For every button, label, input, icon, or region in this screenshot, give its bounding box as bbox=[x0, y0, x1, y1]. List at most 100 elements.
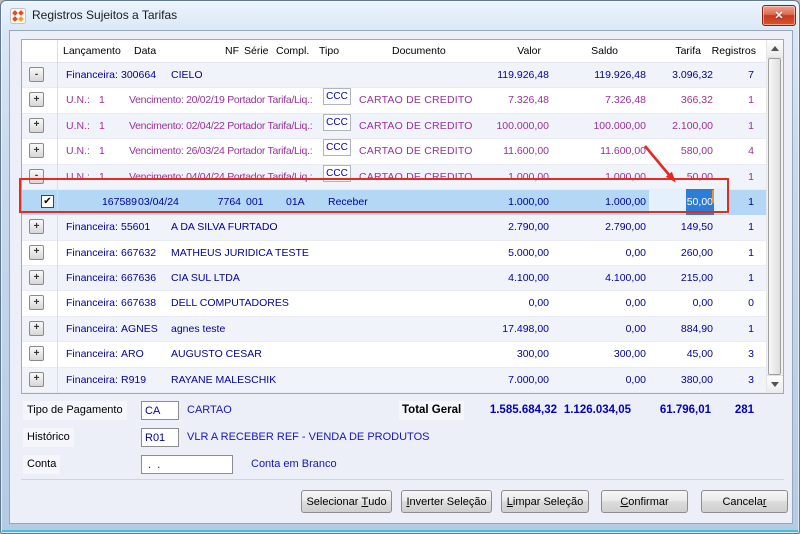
scroll-down-button[interactable] bbox=[767, 375, 783, 393]
tipo-pagamento-description: CARTAO bbox=[187, 404, 232, 416]
group-code: 667632 bbox=[121, 246, 157, 259]
group-name: A DA SILVA FURTADO bbox=[171, 221, 278, 234]
group-row[interactable]: + Financeira: 667636 CIA SUL LTDA 4.100,… bbox=[22, 266, 766, 292]
collapse-button[interactable]: - bbox=[29, 67, 44, 82]
app-icon bbox=[10, 8, 26, 24]
down-arrow-icon bbox=[771, 382, 779, 387]
header-serie: Série bbox=[244, 45, 269, 57]
group-label: Financeira: bbox=[66, 373, 118, 386]
un-row[interactable]: + U.N.: 1 Vencimento: 02/04/22 Portador … bbox=[22, 113, 766, 140]
group-row[interactable]: + Financeira: 667638 DELL COMPUTADORES 0… bbox=[22, 291, 766, 317]
expand-button[interactable]: + bbox=[29, 270, 44, 285]
portador-cell[interactable]: CCC bbox=[323, 88, 351, 106]
scrollbar-thumb[interactable] bbox=[768, 58, 781, 375]
group-row[interactable]: - Financeira: 300664 CIELO 119.926,48 11… bbox=[22, 63, 766, 89]
collapse-button[interactable]: - bbox=[29, 168, 44, 184]
cell-tarifa: 50,00 bbox=[686, 170, 713, 183]
invert-selection-button[interactable]: Inverter Seleção bbox=[401, 490, 492, 513]
expand-button[interactable]: + bbox=[29, 143, 44, 159]
clear-selection-button[interactable]: Limpar Seleção bbox=[501, 490, 589, 513]
un-label: U.N.: bbox=[66, 119, 90, 132]
cancel-button[interactable]: Cancela r bbox=[701, 490, 788, 513]
up-arrow-icon bbox=[771, 46, 779, 51]
detail-row-selected[interactable]: ✔ 167589 03/04/24 7764 001 01A Receber 1… bbox=[22, 189, 766, 216]
expand-button[interactable]: + bbox=[29, 295, 44, 311]
group-label: Financeira: bbox=[66, 221, 118, 234]
un-row[interactable]: + U.N.: 1 Vencimento: 20/02/19 Portador … bbox=[22, 88, 766, 114]
total-valor: 1.585.684,32 bbox=[489, 404, 557, 416]
scroll-up-button[interactable] bbox=[767, 40, 783, 58]
cell-valor: 7.326,48 bbox=[508, 94, 549, 107]
group-name: CIA SUL LTDA bbox=[171, 272, 240, 284]
expand-button[interactable]: + bbox=[29, 219, 44, 235]
vertical-scrollbar[interactable] bbox=[766, 40, 783, 393]
close-button[interactable]: ✕ bbox=[762, 5, 796, 26]
historico-label: Histórico bbox=[23, 428, 74, 447]
un-label: U.N.: bbox=[66, 170, 90, 183]
group-label: Financeira: bbox=[66, 348, 118, 361]
un-row[interactable]: + U.N.: 1 Vencimento: 26/03/24 Portador … bbox=[22, 139, 766, 165]
conta-input[interactable] bbox=[141, 455, 233, 474]
portador-cell[interactable]: CCC bbox=[323, 139, 351, 157]
cell-valor: 1.000,00 bbox=[508, 170, 549, 183]
confirm-button[interactable]: Confirmar bbox=[601, 490, 688, 513]
records-table: Lançamento Data NF Série Compl. Tipo Doc… bbox=[21, 39, 784, 394]
cell-valor: 11.600,00 bbox=[503, 145, 549, 158]
group-code: 55601 bbox=[121, 221, 151, 234]
header-compl: Compl. bbox=[276, 45, 310, 57]
cell-tarifa: 380,00 bbox=[680, 373, 713, 386]
table-header-row: Lançamento Data NF Série Compl. Tipo Doc… bbox=[22, 40, 766, 63]
group-row[interactable]: + Financeira: 55601 A DA SILVA FURTADO 2… bbox=[22, 215, 766, 241]
header-tipo: Tipo bbox=[319, 45, 340, 57]
cell-tarifa: 3.096,32 bbox=[672, 69, 713, 81]
header-tarifa: Tarifa bbox=[675, 45, 701, 57]
cell-valor: 17.498,00 bbox=[502, 322, 549, 335]
group-row[interactable]: + Financeira: ARO AUGUSTO CESAR 300,00 3… bbox=[22, 342, 766, 368]
header-nf: NF bbox=[225, 45, 239, 57]
group-row[interactable]: + Financeira: 667632 MATHEUS JURIDICA TE… bbox=[22, 240, 766, 266]
expand-button[interactable]: + bbox=[29, 320, 44, 336]
tarifa-edit-cell[interactable]: 50,00 bbox=[649, 189, 728, 216]
cell-registros: 1 bbox=[748, 94, 754, 107]
column-separator bbox=[57, 40, 58, 393]
portador-cell[interactable]: CCC bbox=[323, 113, 351, 131]
cell-saldo: 0,00 bbox=[625, 246, 646, 259]
cell-saldo: 7.326,48 bbox=[605, 94, 646, 107]
tipo-pagamento-input[interactable] bbox=[141, 401, 179, 420]
total-saldo: 1.126.034,05 bbox=[563, 404, 631, 416]
header-registros: Registros bbox=[711, 45, 756, 57]
conta-description: Conta em Branco bbox=[251, 458, 337, 470]
cell-saldo: 119.926,48 bbox=[594, 69, 646, 81]
expand-button[interactable]: + bbox=[29, 346, 44, 362]
vencimento-text: Vencimento: 02/04/22 Portador Tarifa/Liq… bbox=[129, 119, 313, 132]
group-name: agnes teste bbox=[171, 322, 226, 335]
tarifa-edit-value[interactable]: 50,00 bbox=[685, 189, 714, 216]
un-row[interactable]: - U.N.: 1 Vencimento: 04/04/24 Portador … bbox=[22, 164, 766, 190]
cell-documento: CARTAO DE CREDITO bbox=[359, 94, 473, 107]
cell-valor: 1.000,00 bbox=[508, 195, 549, 208]
row-checkbox[interactable]: ✔ bbox=[41, 194, 54, 208]
group-row[interactable]: + Financeira: AGNES agnes teste 17.498,0… bbox=[22, 316, 766, 343]
expand-button[interactable]: + bbox=[29, 244, 44, 260]
header-documento: Documento bbox=[392, 45, 446, 57]
group-name: AUGUSTO CESAR bbox=[171, 348, 262, 361]
select-all-button[interactable]: Selecionar Tudo bbox=[301, 490, 392, 513]
cell-tarifa: 884,90 bbox=[680, 322, 713, 335]
cell-lancamento: 167589 bbox=[101, 195, 137, 208]
conta-label: Conta bbox=[23, 455, 61, 474]
header-data: Data bbox=[134, 45, 157, 57]
historico-input[interactable] bbox=[141, 428, 179, 447]
expand-button[interactable]: + bbox=[29, 117, 44, 133]
group-row[interactable]: + Financeira: R919 RAYANE MALESCHIK 7.00… bbox=[22, 367, 766, 393]
portador-cell[interactable]: CCC bbox=[323, 164, 351, 182]
group-name: RAYANE MALESCHIK bbox=[171, 373, 277, 386]
expand-button[interactable]: + bbox=[29, 92, 44, 108]
group-label: Financeira: bbox=[66, 69, 118, 81]
cell-valor: 119.926,48 bbox=[497, 69, 549, 81]
group-code: 667636 bbox=[121, 272, 157, 284]
expand-button[interactable]: + bbox=[29, 371, 44, 387]
total-registros: 281 bbox=[734, 404, 754, 416]
group-label: Financeira: bbox=[66, 322, 118, 335]
cell-registros: 4 bbox=[748, 145, 754, 158]
cell-documento: CARTAO DE CREDITO bbox=[359, 119, 473, 132]
